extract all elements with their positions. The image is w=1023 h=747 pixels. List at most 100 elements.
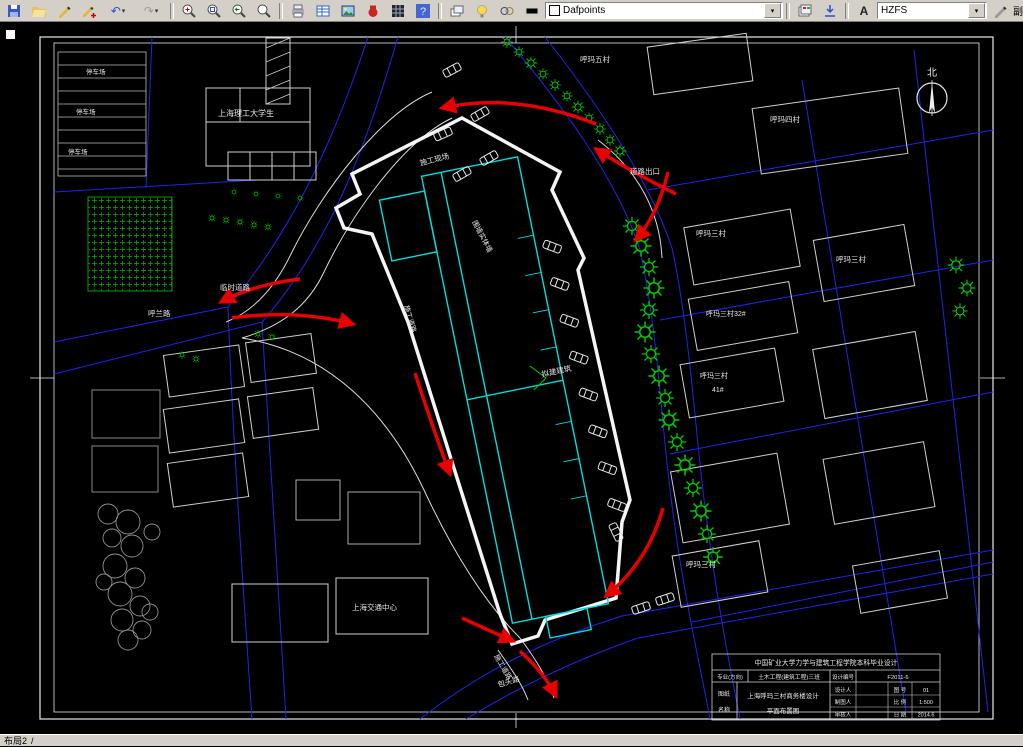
sheet-set-button[interactable] xyxy=(386,1,410,21)
bulb-icon xyxy=(477,4,487,17)
label-parking-1: 停车场 xyxy=(86,67,106,76)
drawing-canvas[interactable]: 停车场 停车场 停车场 上海理工大学生 呼玛五村 呼玛四村 道路出口 施工现场 … xyxy=(0,22,1023,734)
north-arrow: 北 xyxy=(916,67,948,116)
zoom-window-button[interactable] xyxy=(202,1,226,21)
toolbar-separator xyxy=(786,2,790,19)
layers-icon xyxy=(450,5,464,16)
undo-button[interactable]: ↶ ▾ xyxy=(102,1,134,21)
tb-date-value: 2014.6 xyxy=(918,713,935,719)
layer-combo-dropdown-button[interactable]: ▾ xyxy=(764,3,781,18)
style-combo-dropdown-button[interactable]: ▾ xyxy=(968,3,985,18)
open-button[interactable] xyxy=(27,1,51,21)
zoom-realtime-button[interactable] xyxy=(177,1,201,21)
layer-manager-button[interactable] xyxy=(793,1,817,21)
layout-tab[interactable]: 布局2 xyxy=(4,734,27,747)
label-huma-3-c: 呼玛三村 xyxy=(700,371,728,380)
label-campus: 上海理工大学生 xyxy=(218,108,274,118)
tb-sheet-label-2: 名称 xyxy=(718,706,730,714)
label-construction-site: 施工现场 xyxy=(419,150,451,167)
image-attach-button[interactable] xyxy=(336,1,360,21)
tab-divider: / xyxy=(31,735,34,746)
tb-drafter-label: 制图人 xyxy=(835,698,852,706)
text-style-a-icon: A xyxy=(859,3,869,18)
layers-button[interactable] xyxy=(445,1,469,21)
redo-icon: ↷ xyxy=(143,3,154,18)
layer-combo-value: Dafpoints xyxy=(563,5,606,16)
tb-checker-label: 审核人 xyxy=(835,711,852,719)
zoom-previous-icon xyxy=(232,4,246,18)
main-toolbar: ↶ ▾ ↷ ▾ ? Dafpoints ▾ A HZFS ▾ 副 xyxy=(0,0,1023,22)
tb-major-value: 土木工程(建筑工程)三班 xyxy=(758,673,820,681)
label-proposed-building: 拟建建筑 xyxy=(541,363,573,379)
label-construction-road-1: 施工道路 xyxy=(402,304,418,333)
layer-color-button[interactable] xyxy=(520,1,544,21)
tb-code-label: 设计编号 xyxy=(832,673,855,681)
render-icon xyxy=(368,5,378,17)
label-huma-3-d: 呼玛三村 xyxy=(686,559,716,569)
tb-project-name: 上海呼玛三村商务楼设计 xyxy=(747,691,819,700)
open-folder-icon xyxy=(32,6,46,17)
zoom-previous-button[interactable] xyxy=(227,1,251,21)
tb-sheet-label-1: 图纸 xyxy=(718,690,730,698)
help-button[interactable]: ? xyxy=(411,1,435,21)
gray-vegetation xyxy=(95,503,161,651)
pencil-plus-icon xyxy=(83,6,96,18)
table-icon xyxy=(316,5,330,16)
layer-on-off-button[interactable] xyxy=(470,1,494,21)
make-layer-current-button[interactable] xyxy=(818,1,842,21)
tb-no-value: 01 xyxy=(923,688,929,694)
help-icon: ? xyxy=(416,3,430,18)
pencil-edit-icon xyxy=(995,6,1007,18)
label-road-exit: 道路出口 xyxy=(630,166,660,176)
tb-no-label: 图 号 xyxy=(894,686,907,694)
edit-draw-button[interactable] xyxy=(77,1,101,21)
road-network xyxy=(53,36,994,720)
zoom-extents-icon xyxy=(257,4,271,18)
ucs-origin-marker xyxy=(6,30,15,39)
plot-preview-button[interactable] xyxy=(286,1,310,21)
redo-button[interactable]: ↷ ▾ xyxy=(135,1,167,21)
tb-major-label: 专业(方向) xyxy=(717,673,743,681)
undo-icon: ↶ xyxy=(110,3,121,18)
tb-header: 中国矿业大学力学与建筑工程学院本科毕业设计 xyxy=(755,658,898,667)
zoom-window-icon xyxy=(207,4,221,18)
zoom-extents-button[interactable] xyxy=(252,1,276,21)
zoom-realtime-icon xyxy=(182,4,196,18)
layer-combo[interactable]: Dafpoints ▾ xyxy=(545,2,783,19)
redo-dropdown-caret: ▾ xyxy=(154,7,159,15)
proposed-building-outline xyxy=(378,155,610,639)
tb-scale-label: 比 例 xyxy=(894,698,907,706)
label-parking-3: 停车场 xyxy=(68,147,88,156)
copy-label: 副本 xyxy=(1013,7,1023,18)
tb-code-value: F2011-6 xyxy=(887,675,908,681)
label-huma-5: 呼玛五村 xyxy=(580,54,610,64)
label-41: 41# xyxy=(712,387,724,394)
edit-style-button[interactable] xyxy=(988,1,1012,21)
render-button[interactable] xyxy=(361,1,385,21)
text-style-button[interactable]: A xyxy=(852,1,876,21)
layer-match-button[interactable] xyxy=(495,1,519,21)
pencil-icon xyxy=(59,6,71,18)
status-bar: 布局2 / xyxy=(0,734,1023,746)
label-parking-2: 停车场 xyxy=(76,107,96,116)
label-huma-3-a: 呼玛三村 xyxy=(696,228,726,238)
label-temp-road: 临时道路 xyxy=(220,282,250,292)
layer-manager-icon xyxy=(798,4,812,16)
down-arrow-icon xyxy=(825,4,835,17)
save-button[interactable] xyxy=(2,1,26,21)
tb-date-label: 日 期 xyxy=(894,712,907,719)
planted-area xyxy=(87,196,173,292)
table-button[interactable] xyxy=(311,1,335,21)
tb-sheet-name: 平面布置图 xyxy=(767,706,800,715)
two-rings-icon xyxy=(500,6,514,15)
svg-text:?: ? xyxy=(420,6,426,18)
sketch-button[interactable] xyxy=(52,1,76,21)
undo-dropdown-caret: ▾ xyxy=(121,7,126,15)
label-site-wall: 围墙实体墙 xyxy=(470,219,494,254)
style-combo[interactable]: HZFS ▾ xyxy=(877,2,987,19)
tb-designer-label: 设计人 xyxy=(835,686,852,694)
toolbar-separator xyxy=(845,2,849,19)
printer-icon xyxy=(292,4,304,17)
label-transport-center: 上海交通中心 xyxy=(352,602,397,612)
site-plan-drawing: 停车场 停车场 停车场 上海理工大学生 呼玛五村 呼玛四村 道路出口 施工现场 … xyxy=(6,26,1005,728)
